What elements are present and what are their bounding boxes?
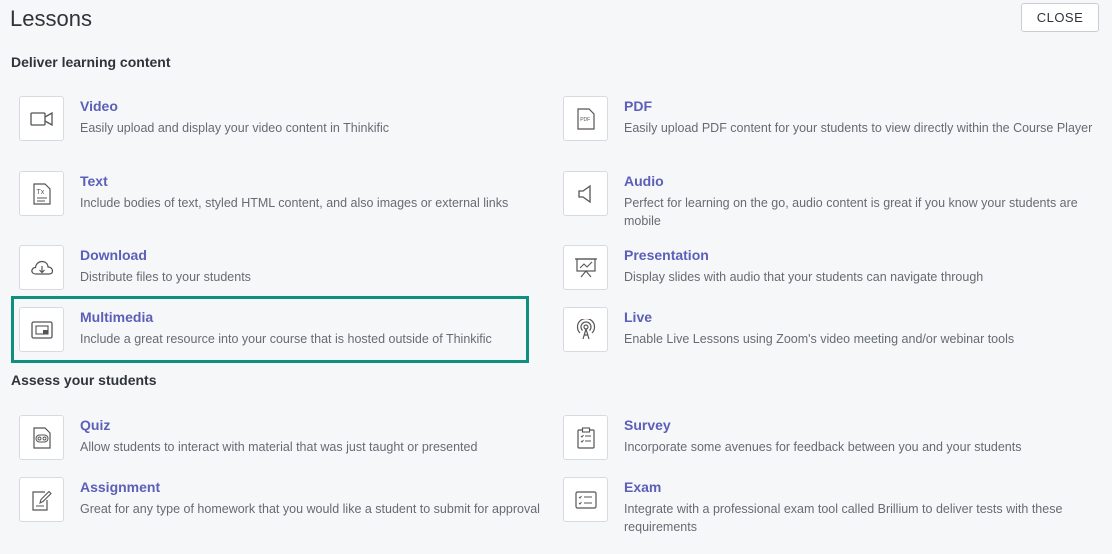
lesson-type-title: Exam bbox=[624, 479, 662, 495]
lesson-type-multimedia[interactable]: Multimedia Include a great resource into… bbox=[19, 307, 539, 367]
lesson-type-description: Integrate with a professional exam tool … bbox=[624, 502, 1063, 534]
text-icon: Tx bbox=[19, 171, 64, 216]
lesson-type-description: Include bodies of text, styled HTML cont… bbox=[80, 196, 509, 210]
lesson-type-description: Allow students to interact with material… bbox=[80, 440, 478, 454]
lesson-type-pdf[interactable]: PDF PDF Easily upload PDF content for yo… bbox=[563, 96, 1103, 156]
lesson-type-title: Text bbox=[80, 173, 108, 189]
lesson-type-title: PDF bbox=[624, 98, 652, 114]
lesson-type-title: Assignment bbox=[80, 479, 161, 495]
svg-text:PDF: PDF bbox=[580, 117, 590, 123]
lesson-type-description: Easily upload and display your video con… bbox=[80, 121, 389, 135]
lesson-type-text[interactable]: Tx Text Include bodies of text, styled H… bbox=[19, 171, 539, 231]
quiz-icon bbox=[19, 415, 64, 460]
lesson-type-description: Easily upload PDF content for your stude… bbox=[624, 121, 1093, 135]
lesson-type-survey[interactable]: Survey Incorporate some avenues for feed… bbox=[563, 415, 1103, 475]
pdf-icon: PDF bbox=[563, 96, 608, 141]
assignment-icon bbox=[19, 477, 64, 522]
lesson-type-title: Multimedia bbox=[80, 309, 154, 325]
lesson-type-title: Survey bbox=[624, 417, 671, 433]
lesson-type-description: Incorporate some avenues for feedback be… bbox=[624, 440, 1022, 454]
svg-text:Tx: Tx bbox=[36, 189, 44, 196]
download-icon bbox=[19, 245, 64, 290]
section-heading-deliver: Deliver learning content bbox=[11, 54, 171, 70]
lesson-type-description: Include a great resource into your cours… bbox=[80, 332, 492, 346]
close-button[interactable]: CLOSE bbox=[1021, 3, 1099, 32]
lesson-type-live[interactable]: Live Enable Live Lessons using Zoom's vi… bbox=[563, 307, 1103, 367]
lesson-type-exam[interactable]: Exam Integrate with a professional exam … bbox=[563, 477, 1103, 537]
lesson-type-audio[interactable]: Audio Perfect for learning on the go, au… bbox=[563, 171, 1103, 231]
lesson-type-description: Enable Live Lessons using Zoom's video m… bbox=[624, 332, 1015, 346]
lesson-type-title: Quiz bbox=[80, 417, 111, 433]
section-heading-assess: Assess your students bbox=[11, 372, 157, 388]
survey-icon bbox=[563, 415, 608, 460]
lesson-type-title: Download bbox=[80, 247, 147, 263]
lesson-type-description: Great for any type of homework that you … bbox=[80, 502, 540, 516]
lesson-type-title: Audio bbox=[624, 173, 664, 189]
video-icon bbox=[19, 96, 64, 141]
exam-icon bbox=[563, 477, 608, 522]
lesson-type-quiz[interactable]: Quiz Allow students to interact with mat… bbox=[19, 415, 539, 475]
lesson-type-presentation[interactable]: Presentation Display slides with audio t… bbox=[563, 245, 1103, 305]
lesson-type-title: Live bbox=[624, 309, 653, 325]
live-icon bbox=[563, 307, 608, 352]
lesson-type-description: Perfect for learning on the go, audio co… bbox=[624, 196, 1078, 228]
lesson-type-title: Presentation bbox=[624, 247, 709, 263]
lesson-type-title: Video bbox=[80, 98, 118, 114]
lesson-type-assignment[interactable]: Assignment Great for any type of homewor… bbox=[19, 477, 540, 537]
lesson-type-video[interactable]: Video Easily upload and display your vid… bbox=[19, 96, 539, 156]
presentation-icon bbox=[563, 245, 608, 290]
page-title: Lessons bbox=[10, 6, 92, 31]
multimedia-icon bbox=[19, 307, 64, 352]
lesson-type-description: Display slides with audio that your stud… bbox=[624, 270, 984, 284]
lesson-type-description: Distribute files to your students bbox=[80, 270, 251, 284]
audio-icon bbox=[563, 171, 608, 216]
